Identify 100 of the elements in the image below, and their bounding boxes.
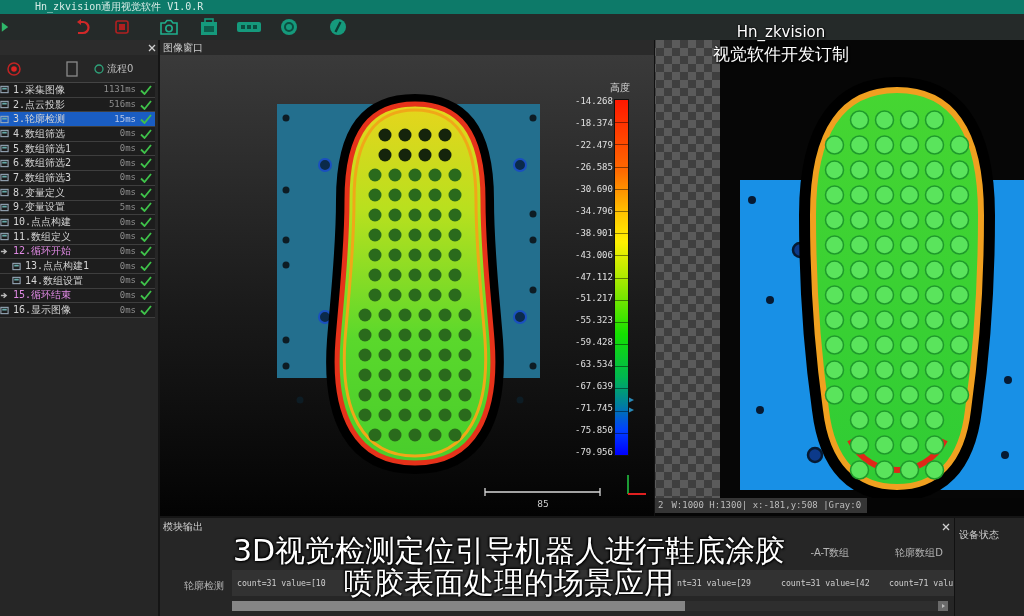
step-label: 3.轮廓检测 — [13, 113, 66, 126]
ring-icon[interactable] — [280, 18, 298, 36]
return-arrow-icon[interactable] — [76, 19, 90, 35]
arrow-right-icon — [0, 246, 9, 256]
step-label: 15.循环结束 — [13, 289, 72, 302]
step-label: 6.数组筛选2 — [13, 157, 72, 170]
step-time: 0ms — [119, 172, 136, 184]
step-label: 4.数组筛选 — [13, 127, 66, 140]
window-icon — [0, 232, 9, 242]
step-time: 0ms — [119, 289, 136, 301]
legend-title: 高度 — [610, 82, 630, 94]
step-time: 0ms — [119, 304, 136, 316]
blank-page-icon[interactable] — [66, 60, 78, 77]
window-icon — [12, 276, 21, 286]
ellipsis-bar-icon[interactable] — [236, 20, 262, 34]
brand-caption: Hn_zkvision — [736, 23, 826, 41]
triangle-marker-icon[interactable] — [629, 407, 634, 413]
column-header: 轮廓数组D — [895, 546, 943, 560]
step-item[interactable]: 13.点点构建1 0ms — [0, 259, 155, 274]
window-icon — [0, 129, 9, 139]
panel-title: 设备状态 — [959, 529, 999, 540]
briefcase-icon[interactable] — [200, 18, 218, 36]
step-item[interactable]: 4.数组筛选 0ms — [0, 127, 155, 142]
table-cell: count=31 value=[42 — [781, 577, 870, 589]
window-icon — [0, 114, 9, 124]
legend-tick-label: -38.901 — [574, 227, 613, 238]
step-label: 2.点云投影 — [13, 98, 66, 111]
legend-tick-label: -30.690 — [574, 183, 613, 194]
step-item[interactable]: 10.点点构建 0ms — [0, 215, 155, 230]
scrollbar-thumb[interactable] — [232, 601, 685, 611]
window-icon — [0, 158, 9, 168]
step-time: 0ms — [119, 231, 136, 243]
step-time: 0ms — [119, 275, 136, 287]
legend-tick-label: -26.585 — [574, 161, 613, 172]
step-label: 11.数组定义 — [13, 230, 72, 243]
panel-title: 图像窗口 — [163, 41, 203, 54]
legend-tick-label: -59.428 — [574, 337, 613, 348]
row-header: 轮廓检测 — [184, 579, 224, 593]
step-time: 0ms — [119, 245, 136, 257]
axis-icon — [627, 474, 647, 495]
legend-tick-label: -43.006 — [574, 249, 613, 260]
step-time: 0ms — [119, 216, 136, 228]
step-label: 9.变量设置 — [13, 201, 66, 214]
status-index: 2 — [658, 500, 664, 511]
scale-bar-label: 85 — [537, 499, 549, 509]
legend-tick-label: -55.323 — [574, 315, 613, 326]
step-time: 516ms — [108, 99, 136, 111]
legend-tick-label: -22.479 — [574, 139, 613, 150]
window-icon — [0, 173, 9, 183]
step-time: 0ms — [119, 260, 136, 272]
step-item[interactable]: 6.数组筛选2 0ms — [0, 156, 155, 172]
scroll-right-button-icon[interactable] — [938, 601, 948, 611]
flow-radio-option[interactable]: 流程0 — [94, 61, 134, 76]
step-label: 14.数组设置 — [25, 274, 84, 287]
brand-tagline: 视觉软件开发订制 — [713, 44, 849, 64]
slash-circle-icon[interactable] — [329, 18, 347, 36]
legend-tick-label: -51.217 — [574, 293, 613, 304]
status-text: W:1000 H:1300| x:-181,y:508 |Gray:0 — [671, 500, 862, 511]
step-label: 13.点点构建1 — [25, 260, 90, 273]
table-cell: nt=31 value=[29 — [677, 577, 751, 589]
step-label: 10.点点构建 — [13, 216, 72, 229]
step-label: 5.数组筛选1 — [13, 142, 72, 155]
legend-tick-label: -67.639 — [574, 381, 613, 392]
table-cell: count=31 value=[10 — [237, 577, 326, 589]
legend-tick-label: -79.956 — [574, 447, 613, 457]
table-cell: count=71 valu — [889, 577, 954, 589]
step-time: 0ms — [119, 187, 136, 199]
step-time: 0ms — [119, 157, 136, 169]
legend-tick-label: -34.796 — [574, 205, 613, 216]
window-icon — [0, 85, 9, 95]
camera-icon[interactable] — [160, 19, 178, 35]
panel-title: 模块输出 — [163, 520, 203, 533]
step-label: 1.采集图像 — [13, 83, 66, 96]
record-icon[interactable] — [7, 61, 21, 76]
window-icon — [0, 144, 9, 154]
step-item[interactable]: 16.显示图像 0ms — [0, 303, 155, 318]
step-label: 16.显示图像 — [13, 304, 72, 317]
step-time: 0ms — [119, 128, 136, 140]
play-icon[interactable] — [1, 21, 9, 33]
step-item[interactable]: 1.采集图像 1131ms — [0, 83, 155, 98]
step-time: 1131ms — [103, 84, 136, 96]
step-item[interactable]: 7.数组筛选3 0ms — [0, 171, 155, 186]
legend-tick-label: -47.112 — [574, 271, 613, 282]
legend-tick-label: -75.850 — [574, 425, 613, 436]
triangle-marker-icon[interactable] — [629, 397, 634, 403]
close-icon[interactable] — [942, 522, 950, 531]
column-header: -A-T数组 — [810, 546, 850, 560]
window-title: Hn_zkvision通用视觉软件 V1.0.R — [35, 1, 204, 13]
step-item[interactable]: 3.轮廓检测 15ms — [0, 112, 155, 128]
step-time: 0ms — [119, 143, 136, 155]
step-label: 8.变量定义 — [13, 186, 66, 199]
step-time: 5ms — [119, 201, 136, 213]
legend-tick-label: -18.374 — [574, 117, 613, 128]
window-icon — [12, 261, 21, 271]
window-icon — [0, 202, 9, 212]
window-icon — [0, 305, 9, 315]
close-icon[interactable] — [148, 43, 156, 52]
window-icon — [0, 100, 9, 110]
window-icon — [0, 188, 9, 198]
stop-icon[interactable] — [115, 20, 129, 34]
